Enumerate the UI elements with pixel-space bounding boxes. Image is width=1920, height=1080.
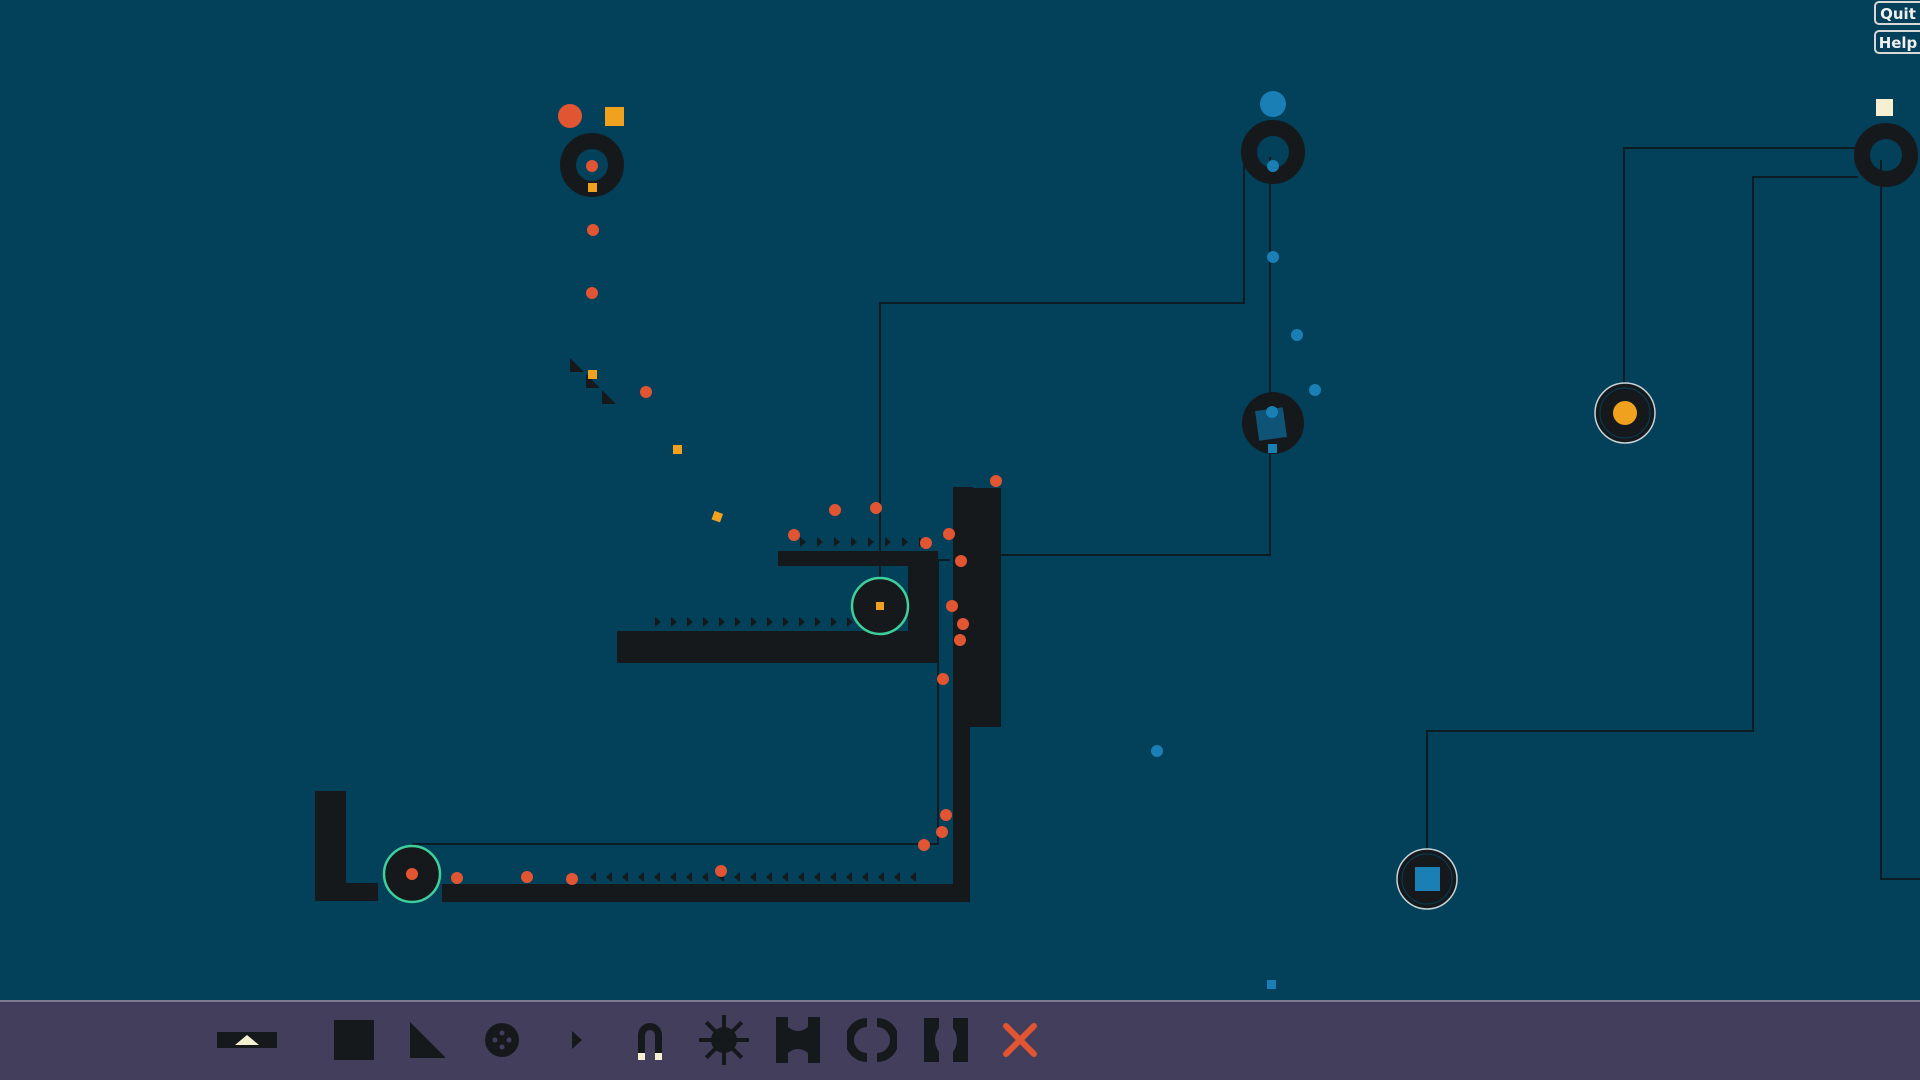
bracket-tool-icon[interactable] [844, 1012, 900, 1068]
wall-right-tower [970, 488, 1001, 727]
wall-middle-bar [617, 631, 937, 663]
wall-ledge-drop [908, 551, 938, 663]
delete-tool-icon[interactable] [992, 1012, 1048, 1068]
help-button[interactable]: Help [1874, 30, 1920, 54]
collapse-toolbar-icon[interactable] [215, 1012, 279, 1068]
white-square-indicator [1876, 99, 1893, 116]
conveyor-tool-icon[interactable] [548, 1012, 604, 1068]
active-receiver-middle [850, 576, 910, 636]
orange-ball-indicator [558, 104, 582, 128]
toolbar [0, 1000, 1920, 1080]
playfield[interactable] [0, 0, 1920, 1000]
active-receiver-bottom [382, 844, 442, 904]
quit-button[interactable]: Quit [1874, 1, 1920, 25]
yellow-ball-receiver [1594, 382, 1656, 444]
wall-bottom-floor [442, 884, 970, 902]
wall-tower-cap [953, 487, 973, 500]
funnel-tool-icon[interactable] [770, 1012, 826, 1068]
reverse-bracket-tool-icon[interactable] [918, 1012, 974, 1068]
wall-left-foot [315, 883, 378, 901]
ramp-tool-icon[interactable] [400, 1012, 456, 1068]
magnet-tool-icon[interactable] [622, 1012, 678, 1068]
blue-square-receiver [1396, 848, 1458, 910]
spinner-tool-icon[interactable] [696, 1012, 752, 1068]
yellow-square-indicator [605, 107, 624, 126]
blue-ball-indicator [1260, 91, 1286, 117]
block-tool-icon[interactable] [326, 1012, 382, 1068]
splitter-tool-icon[interactable] [474, 1012, 530, 1068]
